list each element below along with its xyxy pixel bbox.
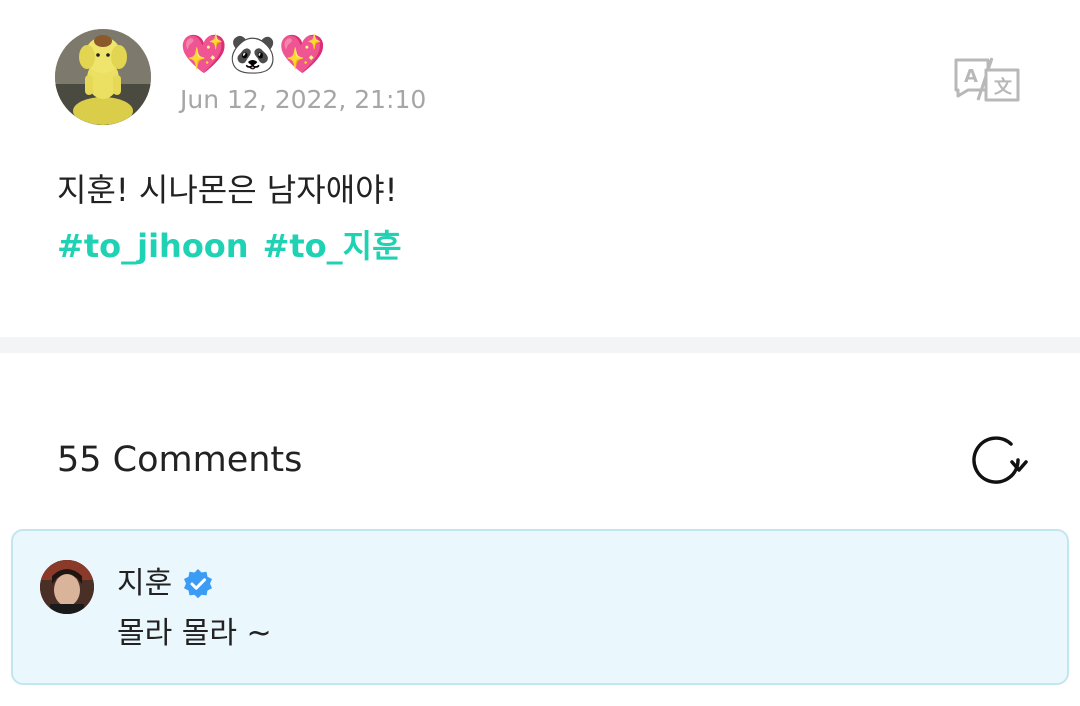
svg-text:A: A [964,66,978,87]
svg-text:文: 文 [994,76,1013,98]
hashtag-link[interactable]: #to_jihoon [57,224,249,268]
comments-count-heading: 55 Comments [57,440,303,480]
translate-button[interactable]: A 文 [952,56,1022,102]
comment-author: 지훈 [117,564,214,604]
section-divider [0,337,1080,353]
comment-author-name[interactable]: 지훈 [117,564,172,604]
refresh-icon [972,436,1028,484]
commenter-avatar-image [40,560,94,614]
translate-icon: A 文 [954,57,1020,102]
author-name-emoji[interactable]: 💖🐼💖 [180,30,328,78]
post: 💖🐼💖 Jun 12, 2022, 21:10 A 文 지훈! 시나몬은 남자애… [0,0,1080,337]
verified-badge-icon [184,569,213,599]
post-body: 지훈! 시나몬은 남자애야! [57,171,398,209]
hashtag-link[interactable]: #to_지훈 [263,224,402,268]
commenter-avatar[interactable] [40,560,94,614]
author-avatar[interactable] [55,29,151,125]
author-avatar-image [55,29,151,125]
hashtag-list: #to_jihoon #to_지훈 [57,224,402,268]
comment-text: 몰라 몰라 ~ [117,616,272,651]
refresh-button[interactable] [968,432,1028,488]
comment-item[interactable]: 지훈 몰라 몰라 ~ [11,529,1069,685]
post-date: Jun 12, 2022, 21:10 [180,85,427,114]
